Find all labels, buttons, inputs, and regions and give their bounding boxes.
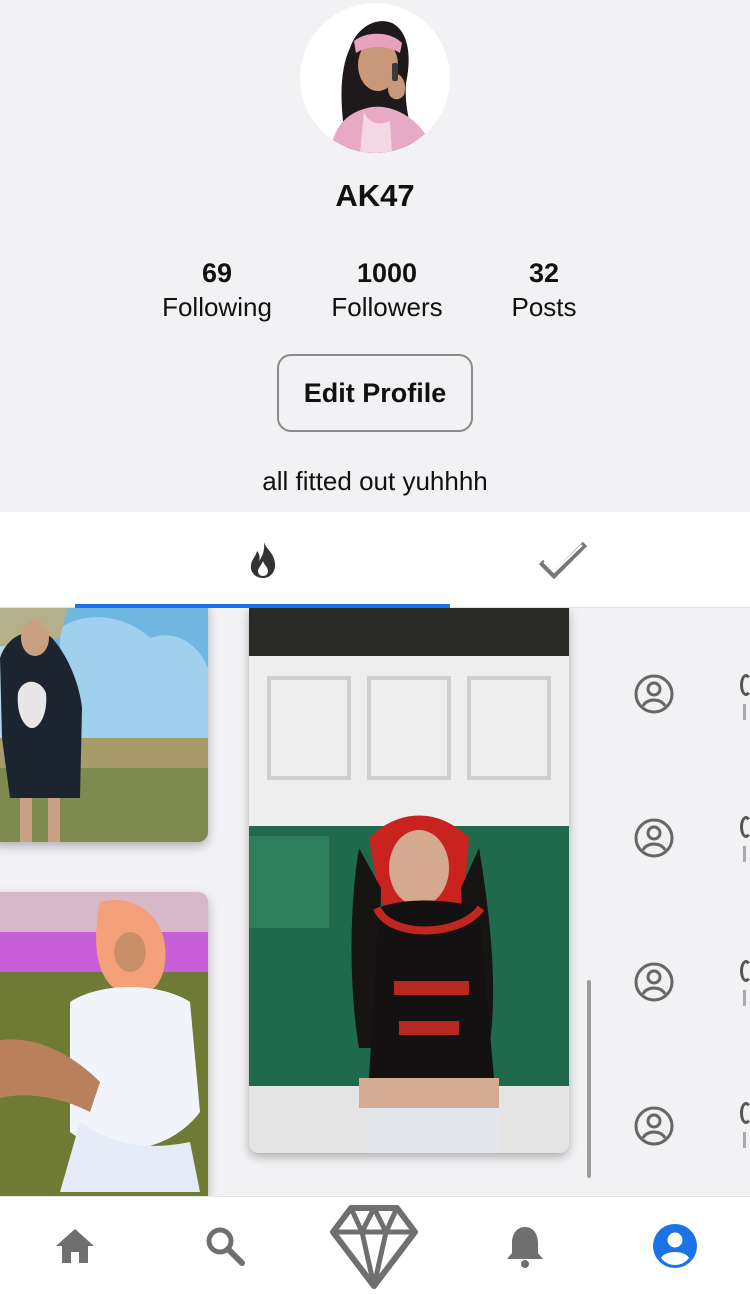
list-item-edge xyxy=(740,816,750,876)
search-icon xyxy=(206,1227,245,1266)
posts-grid xyxy=(0,608,750,1196)
list-item-edge xyxy=(740,960,750,1020)
user-circle-icon[interactable] xyxy=(632,960,676,1004)
profile-photo-image xyxy=(300,3,450,153)
account-icon xyxy=(653,1224,697,1268)
photo-thumbnail xyxy=(0,608,208,842)
post-thumbnail-1[interactable] xyxy=(0,608,208,842)
scrollbar[interactable] xyxy=(587,980,591,1178)
diamond-icon xyxy=(330,1205,418,1289)
followers-label: Followers xyxy=(331,292,443,322)
profile-header: AK47 69 Following 1000 Followers 32 Post… xyxy=(0,0,750,512)
fire-icon xyxy=(250,542,275,578)
tab-checked[interactable] xyxy=(375,512,750,608)
avatar[interactable] xyxy=(300,3,450,153)
checkmark-icon xyxy=(538,541,587,580)
nav-home[interactable] xyxy=(40,1197,110,1294)
nav-search[interactable] xyxy=(190,1197,260,1294)
list-item-edge xyxy=(740,1102,750,1162)
post-thumbnail-3[interactable] xyxy=(249,608,569,1153)
user-circle-icon[interactable] xyxy=(632,1104,676,1148)
nav-diamond[interactable] xyxy=(326,1197,422,1294)
bottom-navigation xyxy=(0,1196,750,1294)
user-circle-icon[interactable] xyxy=(632,816,676,860)
bell-icon xyxy=(507,1227,543,1268)
list-item-edge xyxy=(740,674,750,734)
photo-thumbnail xyxy=(0,892,208,1196)
followers-count: 1000 xyxy=(356,258,418,288)
following-count: 69 xyxy=(201,258,233,288)
username: AK47 xyxy=(335,178,415,213)
nav-profile[interactable] xyxy=(640,1197,710,1294)
bio: all fitted out yuhhhh xyxy=(262,466,488,496)
home-icon xyxy=(56,1229,94,1263)
stat-posts[interactable]: 32 Posts xyxy=(500,256,588,324)
user-circle-icon[interactable] xyxy=(632,672,676,716)
photo-thumbnail xyxy=(249,608,569,1153)
post-thumbnail-2[interactable] xyxy=(0,892,208,1196)
posts-count: 32 xyxy=(528,258,560,288)
stat-following[interactable]: 69 Following xyxy=(152,256,282,324)
profile-tabs xyxy=(0,512,750,608)
nav-notifications[interactable] xyxy=(490,1197,560,1294)
posts-label: Posts xyxy=(511,292,577,322)
following-label: Following xyxy=(162,292,272,322)
edit-profile-button[interactable]: Edit Profile xyxy=(277,354,473,432)
stat-followers[interactable]: 1000 Followers xyxy=(322,256,452,324)
